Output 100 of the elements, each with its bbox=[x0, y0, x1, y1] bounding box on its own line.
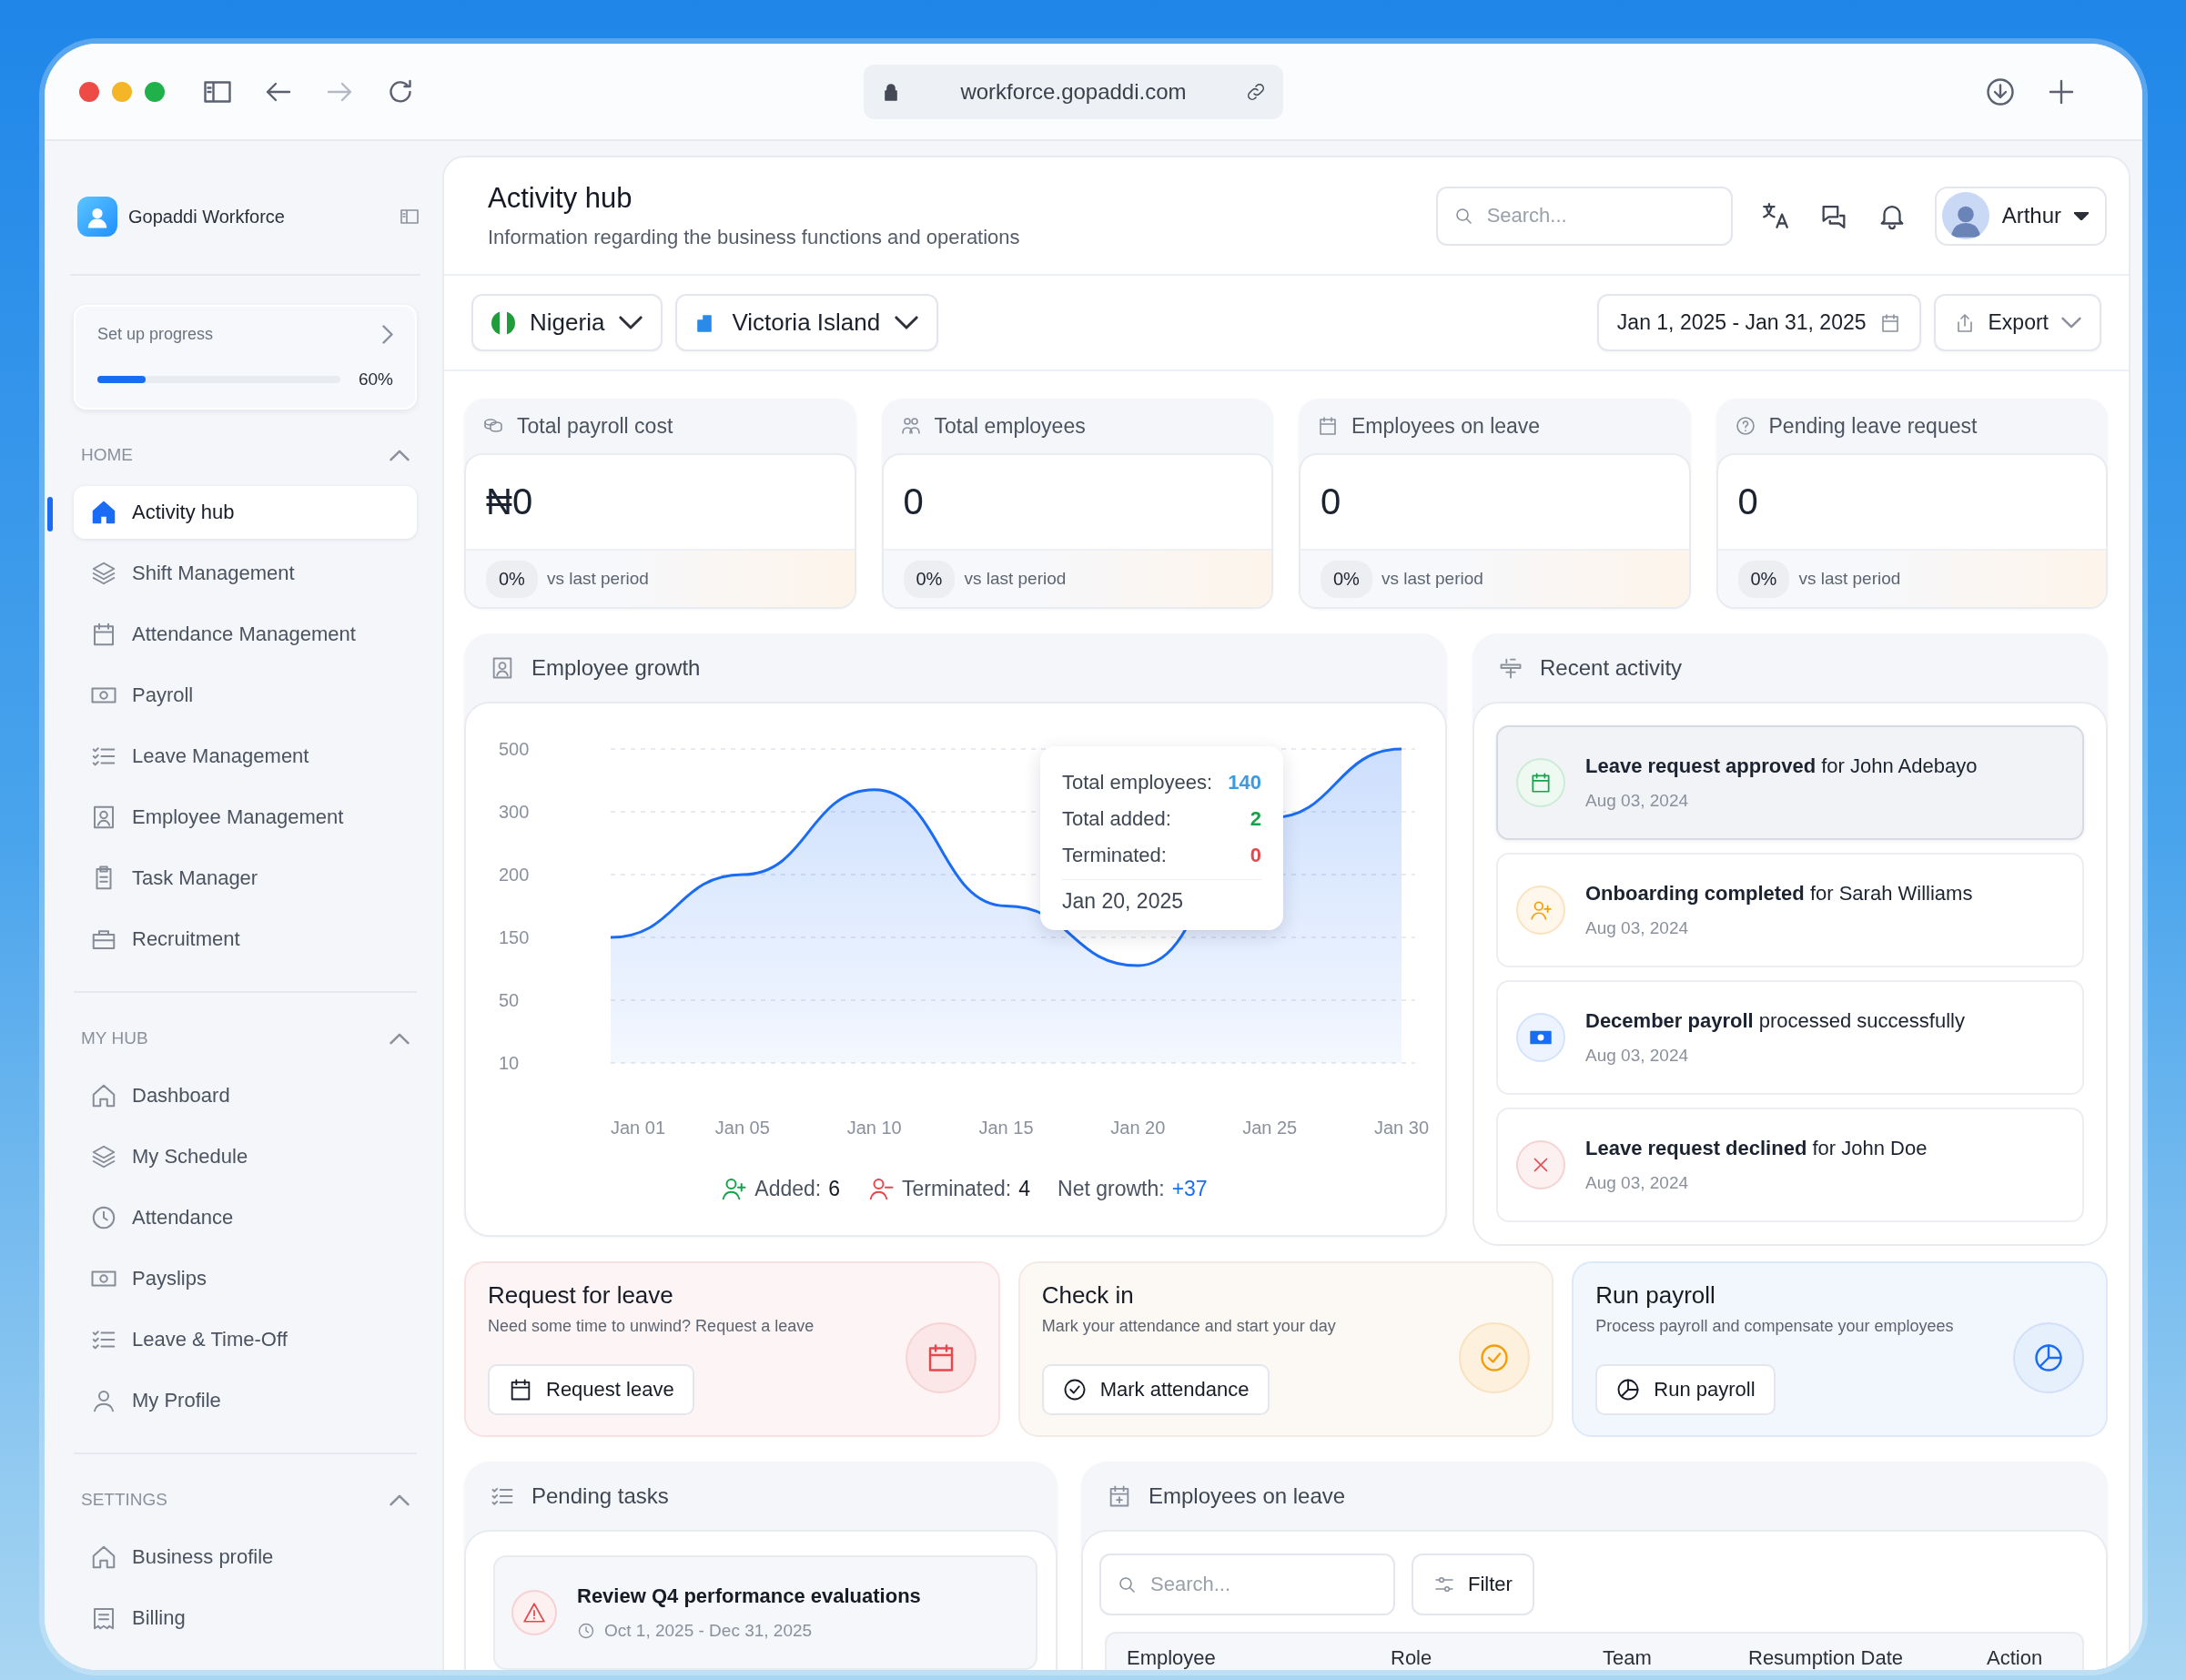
legend-value: +37 bbox=[1171, 1176, 1208, 1201]
date-range-picker[interactable]: Jan 1, 2025 - Jan 31, 2025 bbox=[1596, 294, 1921, 351]
sidebar-item[interactable]: Billing bbox=[74, 1592, 417, 1645]
x-axis-label: Jan 30 bbox=[1373, 1118, 1429, 1138]
stat-value: 0 bbox=[1736, 481, 1759, 523]
chevron-up-icon[interactable] bbox=[390, 449, 410, 461]
chevron-up-icon[interactable] bbox=[390, 1493, 410, 1506]
y-axis-label: 10 bbox=[499, 1053, 520, 1073]
sidebar-item[interactable]: Activity hub bbox=[74, 486, 417, 539]
calendar-icon bbox=[1529, 771, 1553, 794]
activity-date: Aug 03, 2024 bbox=[1585, 1046, 1690, 1066]
people-icon bbox=[899, 415, 922, 437]
sidebar-item[interactable]: Task Manager bbox=[74, 852, 417, 905]
country-dropdown[interactable]: Nigeria bbox=[471, 294, 663, 351]
card-description: Process payroll and compensate your employees bbox=[1595, 1317, 1954, 1336]
activity-text: Leave request declined for John Doe bbox=[1585, 1137, 1928, 1160]
sidebar-item[interactable]: Attendance bbox=[74, 1191, 417, 1244]
legend-label: Added: bbox=[754, 1176, 822, 1201]
activity-date: Aug 03, 2024 bbox=[1585, 1173, 1690, 1193]
task-dates: Oct 1, 2025 - Dec 31, 2025 bbox=[604, 1621, 813, 1641]
card-title: Request for leave bbox=[488, 1281, 674, 1310]
action-button[interactable]: Run payroll bbox=[1595, 1364, 1776, 1415]
page-subtitle: Information regarding the business functions and operations bbox=[488, 226, 1020, 249]
activity-text: Onboarding completed for Sarah Williams bbox=[1585, 882, 1973, 906]
sidebar-item[interactable]: Shift Management bbox=[74, 547, 417, 600]
sidebar-item[interactable]: Attendance Management bbox=[74, 608, 417, 661]
chevron-down-icon bbox=[895, 316, 919, 329]
maximize-button[interactable] bbox=[145, 81, 165, 102]
sidebar-item[interactable]: Leave Management bbox=[74, 730, 417, 783]
sidebar-item[interactable]: Payroll bbox=[74, 669, 417, 722]
sidebar-item[interactable]: My Schedule bbox=[74, 1130, 417, 1183]
sidebar-item[interactable]: Recruitment bbox=[74, 913, 417, 966]
address-bar[interactable]: workforce.gopaddi.com bbox=[864, 64, 1283, 119]
page-title: Activity hub bbox=[488, 182, 633, 215]
setup-progress-card[interactable]: Set up progress 60% bbox=[74, 305, 417, 410]
task-item[interactable]: Review Q4 performance evaluations Oct 1, 2025 - Dec 31, 2025 bbox=[493, 1555, 1037, 1670]
x-axis-label: Jan 05 bbox=[714, 1118, 770, 1138]
search-field[interactable]: Search... bbox=[1435, 186, 1733, 246]
chevron-down-icon bbox=[2061, 317, 2081, 329]
card-title: Recent activity bbox=[1540, 654, 1683, 681]
stat-title: Total employees bbox=[934, 413, 1086, 439]
card-title: Check in bbox=[1041, 1281, 1135, 1310]
url-text: workforce.gopaddi.com bbox=[959, 78, 1188, 105]
action-button[interactable]: Mark attendance bbox=[1041, 1364, 1270, 1415]
chevron-up-icon[interactable] bbox=[390, 1032, 410, 1045]
x-axis-label: Jan 10 bbox=[846, 1118, 902, 1138]
tooltip-label: Total added: bbox=[1062, 806, 1171, 832]
tooltip-label: Total employees: bbox=[1062, 770, 1213, 795]
calendar-icon bbox=[1317, 415, 1339, 437]
stat-title: Pending leave request bbox=[1768, 413, 1978, 439]
question-icon bbox=[1734, 415, 1756, 437]
column-header: Employee bbox=[1127, 1646, 1217, 1670]
selection-indicator bbox=[47, 497, 53, 531]
x-axis-label: Jan 15 bbox=[978, 1118, 1034, 1138]
tooltip-value: 0 bbox=[1250, 843, 1261, 868]
sidebar-item[interactable]: Business profile bbox=[74, 1531, 417, 1584]
section-heading: SETTINGS bbox=[81, 1490, 167, 1510]
stat-title: Total payroll cost bbox=[517, 413, 673, 439]
sidebar-item[interactable]: Leave & Time-Off bbox=[74, 1313, 417, 1366]
legend-value: 6 bbox=[828, 1176, 841, 1201]
activity-item[interactable]: Onboarding completed for Sarah Williams Aug 03, 2024 bbox=[1496, 853, 2084, 967]
x-axis-label: Jan 25 bbox=[1242, 1118, 1298, 1138]
sidebar-item[interactable]: Dashboard bbox=[74, 1069, 417, 1122]
card-title: Pending tasks bbox=[531, 1483, 669, 1509]
warning-icon bbox=[522, 1601, 546, 1624]
y-axis-label: 300 bbox=[499, 802, 530, 822]
tooltip-value: 140 bbox=[1228, 770, 1261, 795]
column-header: Action bbox=[1987, 1646, 2044, 1670]
filter-button[interactable]: Filter bbox=[1412, 1553, 1534, 1615]
house-icon bbox=[90, 1082, 117, 1109]
chevron-right-icon bbox=[382, 325, 393, 344]
y-axis-label: 50 bbox=[499, 990, 520, 1010]
house-icon bbox=[90, 499, 117, 526]
activity-item[interactable]: December payroll processed successfully Aug 03, 2024 bbox=[1496, 980, 2084, 1095]
layers-icon bbox=[90, 1143, 117, 1170]
progress-value: 60% bbox=[358, 369, 393, 390]
card-title: Run payroll bbox=[1595, 1281, 1716, 1310]
action-button[interactable]: Request leave bbox=[488, 1364, 694, 1415]
sidebar-item[interactable]: My Profile bbox=[74, 1374, 417, 1427]
activity-item[interactable]: Leave request declined for John Doe Aug 03, 2024 bbox=[1496, 1108, 2084, 1222]
tooltip-value: 2 bbox=[1250, 806, 1261, 832]
y-axis-label: 200 bbox=[499, 865, 530, 885]
search-field[interactable]: Search... bbox=[1099, 1553, 1395, 1615]
sidebar-item[interactable]: Payslips bbox=[74, 1252, 417, 1305]
activity-item[interactable]: Leave request approved for John Adebayo Aug 03, 2024 bbox=[1496, 725, 2084, 840]
legend-value: 4 bbox=[1018, 1176, 1030, 1201]
stat-title: Employees on leave bbox=[1351, 413, 1541, 439]
location-dropdown[interactable]: Victoria Island bbox=[675, 294, 939, 351]
change-badge: 0% bbox=[1737, 560, 1790, 598]
close-button[interactable] bbox=[79, 81, 99, 102]
change-note: vs last period bbox=[1381, 569, 1483, 589]
activity-text: Leave request approved for John Adebayo bbox=[1585, 754, 1978, 778]
card-title: Employees on leave bbox=[1149, 1483, 1346, 1509]
layers-icon bbox=[90, 560, 117, 587]
sidebar-item[interactable]: Employee Management bbox=[74, 791, 417, 844]
user-menu[interactable]: Arthur bbox=[1934, 186, 2107, 246]
change-badge: 0% bbox=[903, 560, 956, 598]
x-axis-label: Jan 20 bbox=[1110, 1118, 1166, 1138]
export-button[interactable]: Export bbox=[1933, 294, 2101, 351]
stat-value: 0 bbox=[902, 481, 925, 523]
